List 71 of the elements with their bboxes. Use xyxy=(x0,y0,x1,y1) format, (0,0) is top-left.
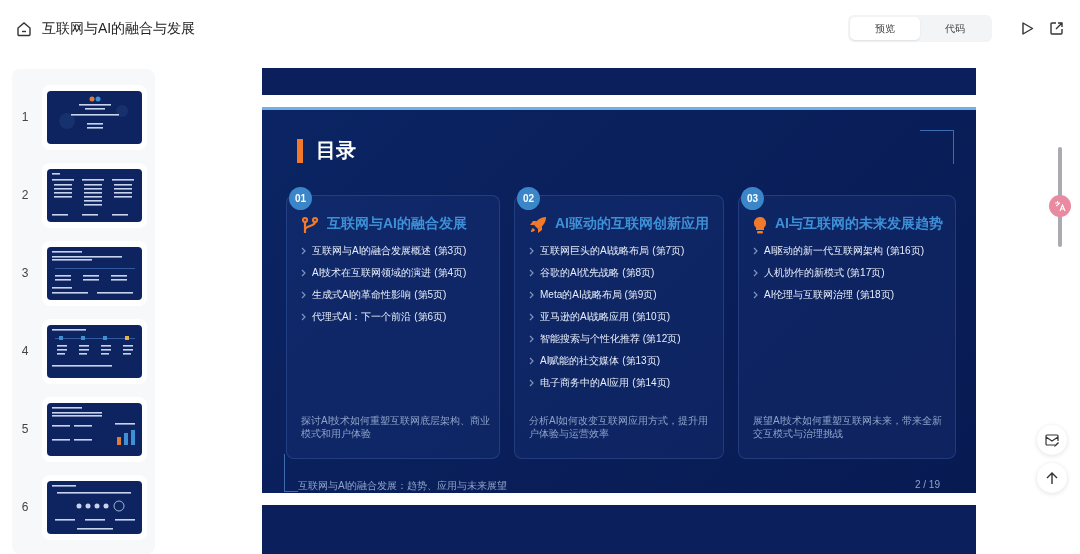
slide-heading: 目录 xyxy=(316,138,356,164)
document-title: 互联网与AI的融合与发展 xyxy=(42,19,197,38)
section-number-badge: 02 xyxy=(517,186,540,210)
toc-entry: 生成式AI的革命性影响 (第5页) xyxy=(312,287,447,302)
slide-thumbnail[interactable] xyxy=(42,318,147,384)
toc-entry: 亚马逊的AI战略应用 (第10页) xyxy=(540,309,670,324)
corner-bracket xyxy=(920,129,954,164)
chevron-icon xyxy=(301,290,306,299)
corner-bracket xyxy=(284,453,298,492)
chevron-icon xyxy=(529,290,534,299)
chevron-icon xyxy=(301,268,306,277)
card-summary: 展望AI技术如何重塑互联网未来，带来全新交互模式与治理挑战 xyxy=(753,413,944,440)
card-title: AI驱动的互联网创新应用 xyxy=(555,213,709,232)
slide-number: 4 xyxy=(20,344,30,358)
slide-thumbnail[interactable] xyxy=(42,240,147,306)
section-number-badge: 03 xyxy=(741,186,764,210)
lightbulb-icon xyxy=(753,215,767,234)
card-title: AI与互联网的未来发展趋势 xyxy=(775,213,943,232)
external-link-icon xyxy=(1049,21,1064,36)
chevron-icon xyxy=(753,268,758,277)
chevron-icon xyxy=(529,334,534,343)
toc-entry: 互联网与AI的融合发展概述 (第3页) xyxy=(312,243,467,258)
accent-bar xyxy=(297,138,303,163)
play-button[interactable] xyxy=(1020,21,1035,36)
slide-footer: 互联网与AI的融合发展：趋势、应用与未来展望 xyxy=(298,478,508,493)
play-icon xyxy=(1020,21,1035,36)
view-tab[interactable]: 代码 xyxy=(920,17,990,40)
chevron-icon xyxy=(301,312,306,321)
chevron-icon xyxy=(753,290,758,299)
toc-entry: AI赋能的社交媒体 (第13页) xyxy=(540,353,660,368)
chevron-icon xyxy=(529,246,534,255)
card-summary: 分析AI如何改变互联网应用方式，提升用户体验与运营效率 xyxy=(529,413,710,440)
translate-icon xyxy=(1054,200,1066,212)
toc-entry: 电子商务中的AI应用 (第14页) xyxy=(540,375,670,390)
page-number: 2 / 19 xyxy=(914,478,940,492)
toc-entry: Meta的AI战略布局 (第9页) xyxy=(540,287,657,302)
toc-entry: AI伦理与互联网治理 (第18页) xyxy=(764,287,894,302)
slide-number: 3 xyxy=(20,266,30,280)
slide-thumbnail[interactable] xyxy=(42,396,147,462)
chevron-icon xyxy=(529,378,534,387)
share-button[interactable] xyxy=(1049,21,1064,36)
chevron-icon xyxy=(529,356,534,365)
chevron-icon xyxy=(529,312,534,321)
card-title: 互联网与AI的融合发展 xyxy=(327,213,467,232)
chevron-icon xyxy=(301,246,306,255)
toc-entry: AI驱动的新一代互联网架构 (第16页) xyxy=(764,243,924,258)
slide-number: 5 xyxy=(20,422,30,436)
slide-number: 1 xyxy=(20,110,30,124)
arrow-up-icon xyxy=(1045,471,1059,485)
slide-thumbnail[interactable] xyxy=(42,162,147,228)
slide-number: 2 xyxy=(20,188,30,202)
toc-entry: 智能搜索与个性化推荐 (第12页) xyxy=(540,331,681,346)
slide-thumbnail[interactable] xyxy=(42,84,147,150)
chevron-icon xyxy=(529,268,534,277)
feedback-button[interactable] xyxy=(1037,425,1067,455)
toc-entry: 代理式AI：下一个前沿 (第6页) xyxy=(312,309,447,324)
view-tab[interactable]: 预览 xyxy=(850,17,920,40)
toc-entry: 谷歌的AI优先战略 (第8页) xyxy=(540,265,655,280)
mail-edit-icon xyxy=(1044,432,1060,448)
toc-entry: AI技术在互联网领域的演进 (第4页) xyxy=(312,265,467,280)
slide-number: 6 xyxy=(20,500,30,514)
chevron-icon xyxy=(753,246,758,255)
home-icon[interactable] xyxy=(16,20,32,37)
toc-entry: 人机协作的新模式 (第17页) xyxy=(764,265,885,280)
card-summary: 探讨AI技术如何重塑互联网底层架构、商业模式和用户体验 xyxy=(301,413,491,440)
rocket-icon xyxy=(529,215,547,234)
toc-entry: 互联网巨头的AI战略布局 (第7页) xyxy=(540,243,685,258)
branch-icon xyxy=(301,215,319,234)
scroll-top-button[interactable] xyxy=(1037,463,1067,493)
slide-thumbnail[interactable] xyxy=(42,474,147,540)
section-number-badge: 01 xyxy=(289,186,312,210)
